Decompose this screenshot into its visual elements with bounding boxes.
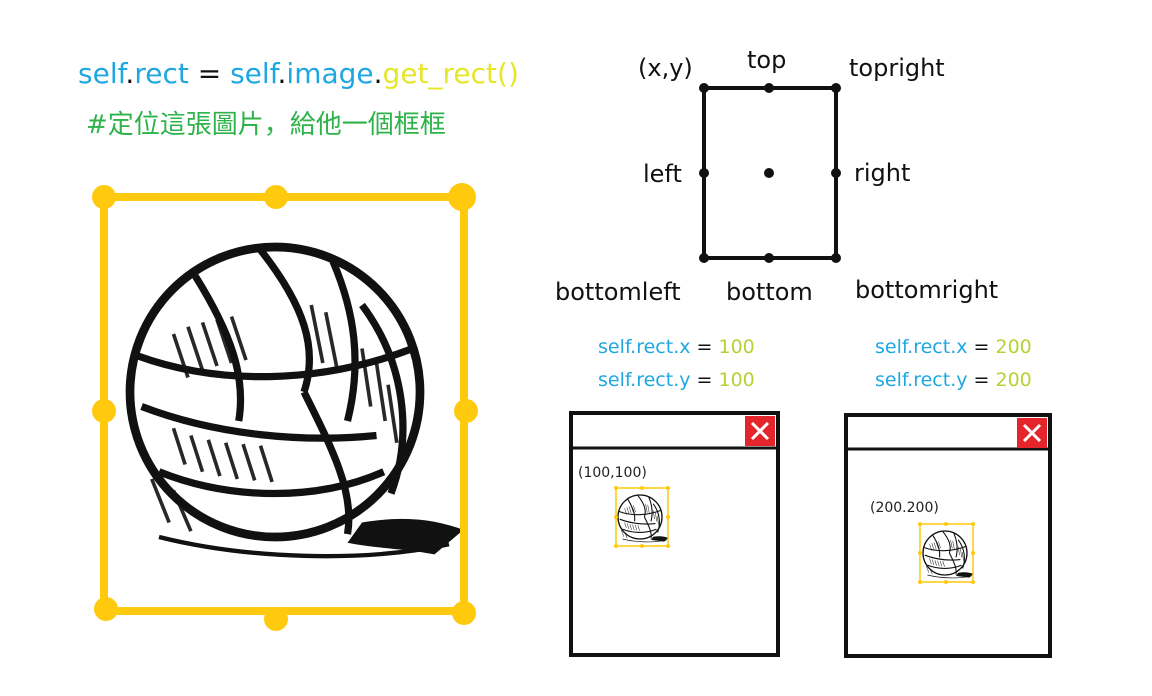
- label-topright: topright: [849, 54, 945, 82]
- example-1-x: self.rect.x = 100: [598, 336, 755, 358]
- label-bottom: bottom: [726, 278, 813, 306]
- rect-illustration: [92, 183, 478, 631]
- window-1-coord: (100,100): [578, 465, 647, 481]
- label-right: right: [854, 159, 911, 187]
- window-2-coord: (200.200): [870, 500, 939, 516]
- label-bottomleft: bottomleft: [555, 278, 681, 306]
- example-2-x: self.rect.x = 200: [875, 336, 1032, 358]
- example-window-2: [844, 413, 1052, 658]
- label-xy: (x,y): [638, 54, 693, 82]
- example-2-y: self.rect.y = 200: [875, 369, 1032, 391]
- label-top: top: [747, 46, 787, 74]
- label-bottomright: bottomright: [855, 276, 999, 304]
- label-left: left: [643, 160, 682, 188]
- example-window-1: [569, 411, 780, 657]
- example-1-y: self.rect.y = 100: [598, 369, 755, 391]
- rect-points-diagram: [699, 83, 841, 263]
